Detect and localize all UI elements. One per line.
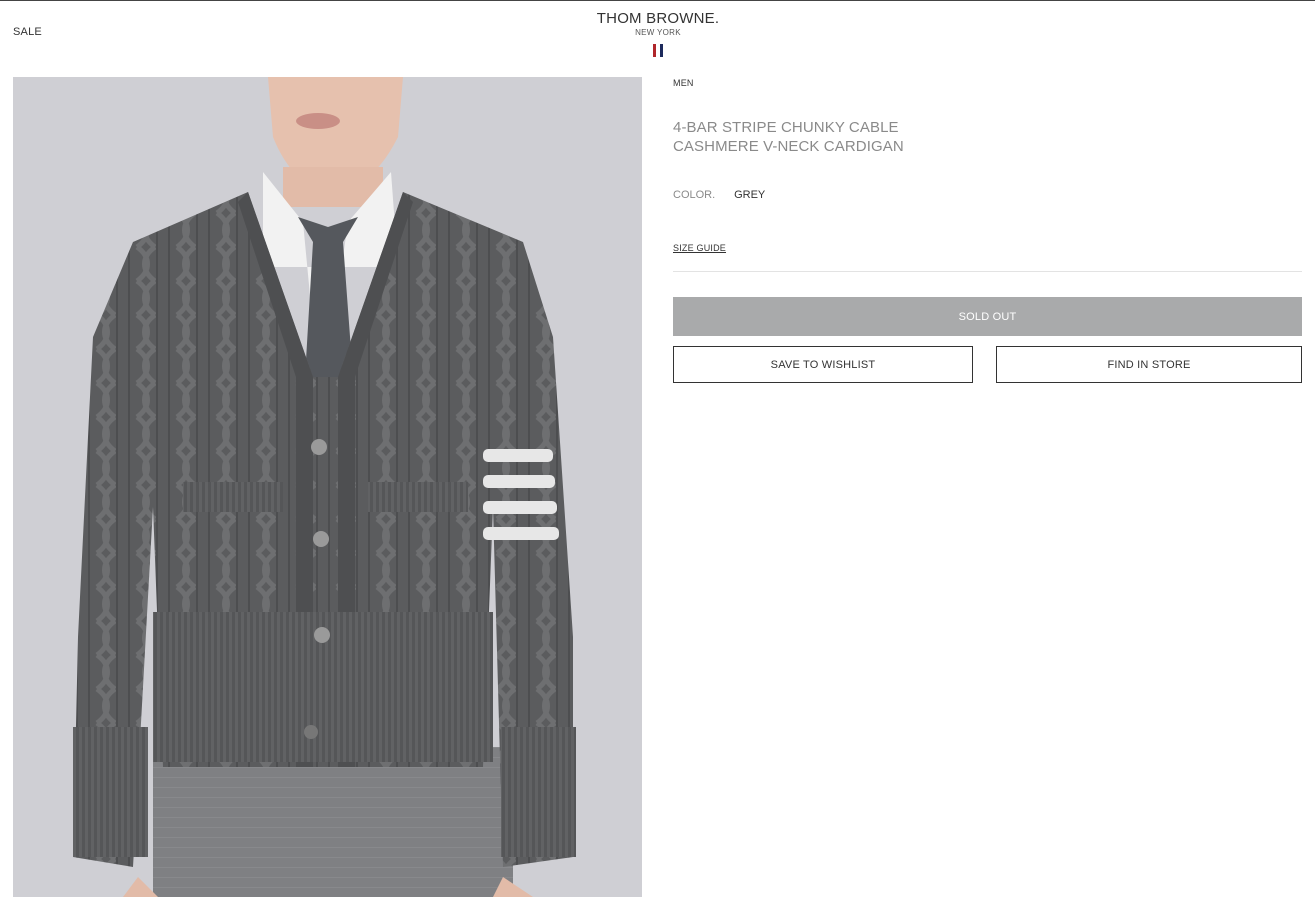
brand-location: NEW YORK — [635, 28, 681, 37]
size-guide-link[interactable]: SIZE GUIDE — [673, 243, 726, 253]
nav-sale-link[interactable]: SALE — [13, 26, 42, 38]
find-in-store-button[interactable]: FIND IN STORE — [996, 346, 1302, 383]
color-value: GREY — [734, 189, 766, 201]
top-border — [0, 0, 1315, 1]
flag-icon — [652, 44, 665, 57]
divider — [673, 271, 1302, 272]
brand-logo[interactable]: THOM BROWNE. NEW YORK — [558, 10, 758, 62]
brand-name: THOM BROWNE. — [596, 10, 720, 27]
color-row: COLOR. GREY — [673, 189, 765, 201]
product-title: 4-BAR STRIPE CHUNKY CABLE CASHMERE V-NEC… — [673, 118, 904, 156]
product-image[interactable] — [13, 77, 642, 897]
save-to-wishlist-button[interactable]: SAVE TO WISHLIST — [673, 346, 973, 383]
sold-out-button[interactable]: SOLD OUT — [673, 297, 1302, 336]
product-title-line: CASHMERE V-NECK CARDIGAN — [673, 138, 904, 155]
color-label: COLOR. — [673, 189, 716, 201]
product-title-line: 4-BAR STRIPE CHUNKY CABLE — [673, 119, 899, 136]
breadcrumb[interactable]: MEN — [673, 78, 694, 88]
